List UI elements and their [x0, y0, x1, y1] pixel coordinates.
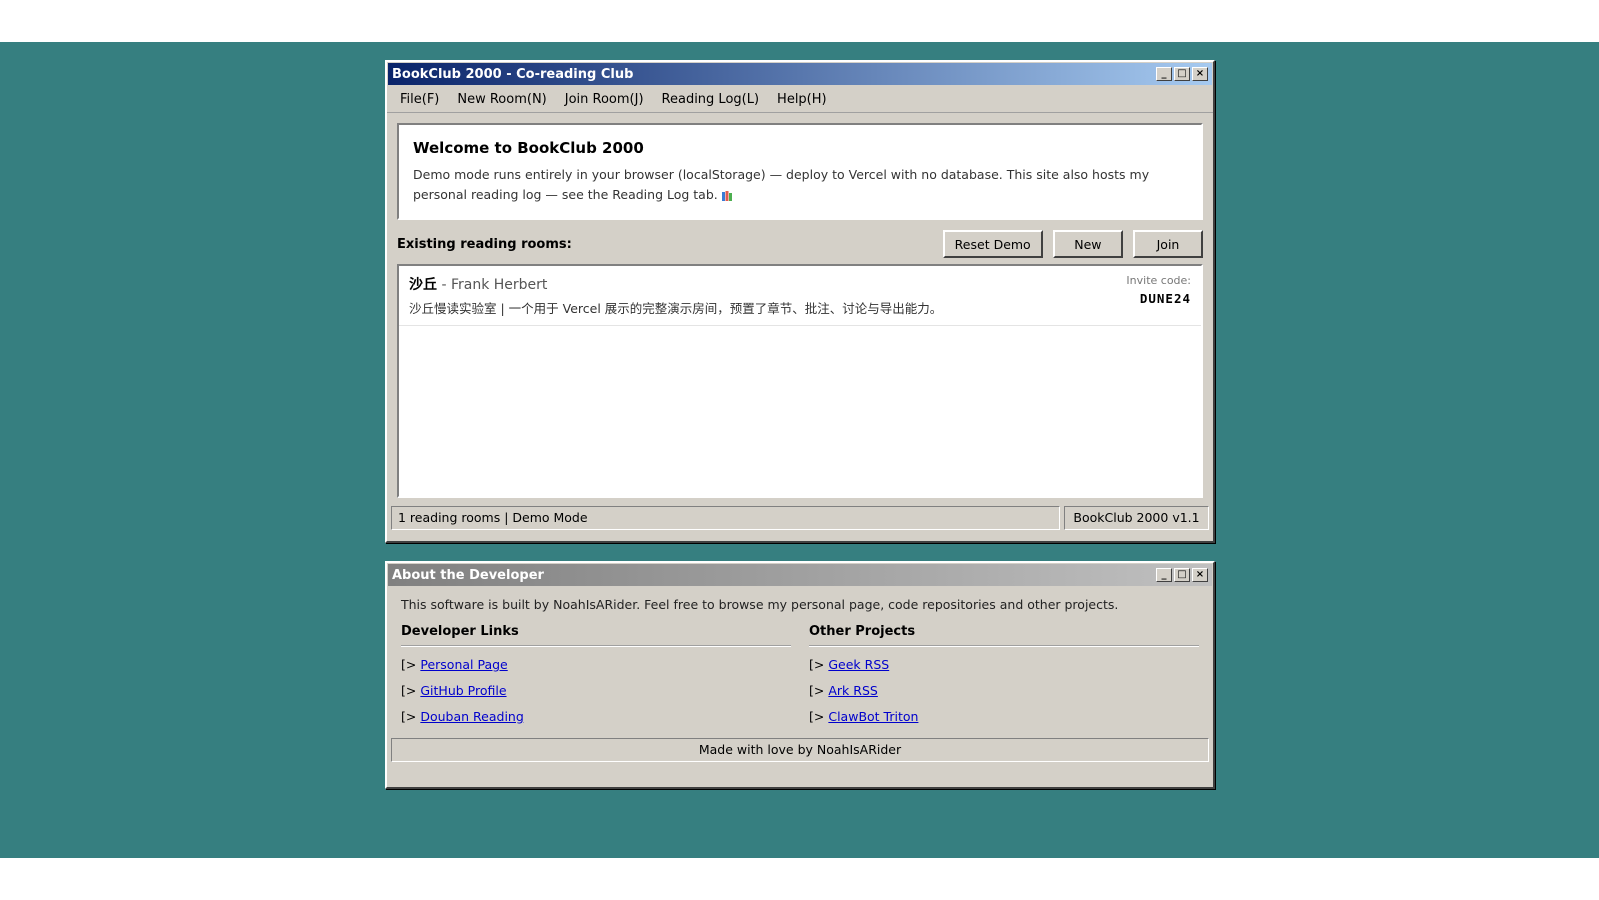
arrow-prefix-icon: [>	[809, 657, 825, 672]
books-icon	[721, 190, 732, 201]
menu-join-room[interactable]: Join Room(J)	[556, 90, 653, 109]
close-button[interactable]: ×	[1192, 568, 1208, 582]
rooms-actions: Reset Demo New Join	[937, 230, 1203, 258]
welcome-panel: Welcome to BookClub 2000 Demo mode runs …	[397, 123, 1203, 220]
rooms-list: 沙丘 - Frank Herbert 沙丘慢读实验室 | 一个用于 Vercel…	[397, 264, 1203, 498]
link-row: [> Geek RSS	[809, 657, 1199, 672]
other-projects-heading: Other Projects	[809, 624, 1199, 646]
developer-links-column: Developer Links [> Personal Page [> GitHub…	[401, 620, 791, 724]
maximize-button[interactable]: □	[1174, 568, 1190, 582]
github-profile-link[interactable]: GitHub Profile	[420, 683, 506, 698]
menu-help[interactable]: Help(H)	[768, 90, 836, 109]
developer-columns: Developer Links [> Personal Page [> GitHub…	[387, 620, 1213, 724]
status-version: BookClub 2000 v1.1	[1064, 506, 1209, 530]
arrow-prefix-icon: [>	[809, 709, 825, 724]
rooms-header: Existing reading rooms: Reset Demo New J…	[397, 230, 1203, 258]
main-window-title: BookClub 2000 - Co-reading Club	[392, 66, 634, 82]
ark-rss-link[interactable]: Ark RSS	[828, 683, 877, 698]
join-room-button[interactable]: Join	[1133, 230, 1203, 258]
arrow-prefix-icon: [>	[401, 709, 417, 724]
reset-demo-button[interactable]: Reset Demo	[942, 230, 1043, 258]
link-row: [> Douban Reading	[401, 709, 791, 724]
status-rooms: 1 reading rooms | Demo Mode	[391, 506, 1060, 530]
developer-window-title: About the Developer	[392, 567, 544, 583]
arrow-prefix-icon: [>	[401, 683, 417, 698]
menu-reading-log[interactable]: Reading Log(L)	[653, 90, 769, 109]
douban-reading-link[interactable]: Douban Reading	[420, 709, 523, 724]
clawbot-triton-link[interactable]: ClawBot Triton	[828, 709, 918, 724]
developer-window: About the Developer _ □ × This software …	[385, 561, 1215, 789]
minimize-button[interactable]: _	[1156, 67, 1172, 81]
minimize-button[interactable]: _	[1156, 568, 1172, 582]
link-row: [> ClawBot Triton	[809, 709, 1199, 724]
close-button[interactable]: ×	[1192, 67, 1208, 81]
link-row: [> Ark RSS	[809, 683, 1199, 698]
new-room-button[interactable]: New	[1052, 230, 1123, 258]
main-window-titlebar[interactable]: BookClub 2000 - Co-reading Club _ □ ×	[388, 63, 1212, 85]
window-controls: _ □ ×	[1156, 568, 1208, 582]
developer-window-titlebar[interactable]: About the Developer _ □ ×	[388, 564, 1212, 586]
invite-block: Invite code: DUNE24	[1126, 274, 1191, 317]
link-row: [> GitHub Profile	[401, 683, 791, 698]
main-window: BookClub 2000 - Co-reading Club _ □ × Fi…	[385, 60, 1215, 543]
developer-links-heading: Developer Links	[401, 624, 791, 646]
maximize-button[interactable]: □	[1174, 67, 1190, 81]
room-title-line: 沙丘 - Frank Herbert	[409, 274, 942, 294]
room-info: 沙丘 - Frank Herbert 沙丘慢读实验室 | 一个用于 Vercel…	[409, 274, 942, 317]
personal-page-link[interactable]: Personal Page	[420, 657, 507, 672]
developer-intro: This software is built by NoahIsARider. …	[401, 597, 1119, 612]
arrow-prefix-icon: [>	[401, 657, 417, 672]
welcome-text: Demo mode runs entirely in your browser …	[413, 167, 1150, 202]
geek-rss-link[interactable]: Geek RSS	[828, 657, 889, 672]
menu-file[interactable]: File(F)	[391, 90, 448, 109]
room-author: - Frank Herbert	[441, 277, 548, 293]
link-row: [> Personal Page	[401, 657, 791, 672]
rooms-label: Existing reading rooms:	[397, 236, 572, 252]
invite-label: Invite code:	[1126, 274, 1191, 287]
room-description: 沙丘慢读实验室 | 一个用于 Vercel 展示的完整演示房间，预置了章节、批注…	[409, 301, 943, 316]
arrow-prefix-icon: [>	[809, 683, 825, 698]
window-controls: _ □ ×	[1156, 67, 1208, 81]
menu-bar: File(F) New Room(N) Join Room(J) Reading…	[387, 86, 1213, 113]
other-projects-column: Other Projects [> Geek RSS [> Ark RSS [> Cl…	[809, 620, 1199, 724]
welcome-heading: Welcome to BookClub 2000	[413, 139, 644, 157]
menu-new-room[interactable]: New Room(N)	[448, 90, 555, 109]
room-book-title: 沙丘	[409, 277, 437, 293]
room-item[interactable]: 沙丘 - Frank Herbert 沙丘慢读实验室 | 一个用于 Vercel…	[399, 266, 1201, 326]
developer-footer: Made with love by NoahIsARider	[391, 738, 1209, 762]
invite-code: DUNE24	[1139, 291, 1191, 306]
status-bar: 1 reading rooms | Demo Mode BookClub 200…	[391, 506, 1209, 530]
